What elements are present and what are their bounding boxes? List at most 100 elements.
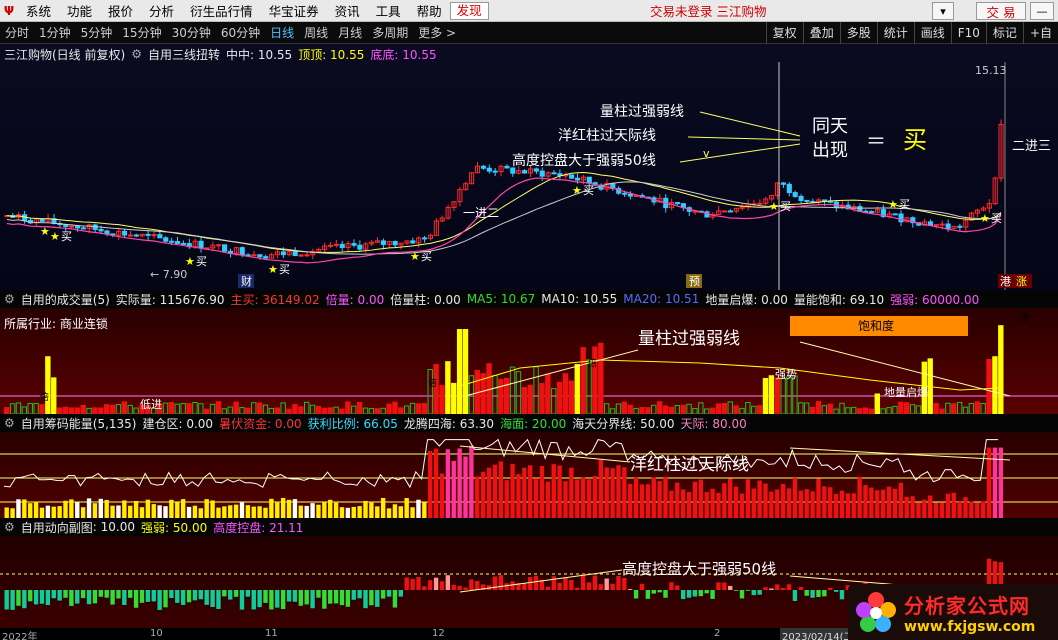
chip-energy-bar bbox=[551, 464, 556, 518]
period-tab-30min[interactable]: 30分钟 bbox=[167, 24, 216, 41]
toolbar-button-custom[interactable]: +自 bbox=[1022, 22, 1058, 44]
flow-bar bbox=[422, 586, 427, 590]
chip-energy-panel[interactable]: ⚙ 自用筹码能量(5,135) 建仓区: 0.00 暑伏资金: 0.00 获利比… bbox=[0, 414, 1058, 518]
flow-bar bbox=[92, 590, 98, 604]
chip-energy-bar bbox=[722, 483, 727, 518]
flow-bar bbox=[110, 590, 115, 605]
chip-energy-bar bbox=[433, 448, 439, 518]
chip-energy-bar bbox=[733, 486, 739, 518]
volume-bar bbox=[345, 401, 351, 414]
toolbar-button-stats[interactable]: 统计 bbox=[876, 22, 914, 44]
period-tab-more[interactable]: 更多 > bbox=[413, 24, 461, 41]
volume-settings-icon[interactable]: ⚙ bbox=[4, 292, 15, 306]
candle-body bbox=[945, 223, 951, 229]
flow-bar bbox=[139, 590, 145, 603]
flow-bar bbox=[675, 585, 680, 590]
volume-bar bbox=[404, 405, 410, 414]
watermark: 分析家公式网 www.fxjgsw.com bbox=[848, 584, 1058, 640]
chip-energy-bar bbox=[75, 502, 80, 518]
chip-energy-bar bbox=[998, 447, 1003, 518]
candle-body bbox=[304, 254, 310, 257]
flow-bar bbox=[616, 575, 621, 590]
toolbar-button-mark[interactable]: 标记 bbox=[985, 22, 1023, 44]
menu-item-help[interactable]: 帮助 bbox=[409, 1, 450, 20]
toolbar-button-f10[interactable]: F10 bbox=[950, 22, 986, 44]
candle-body bbox=[145, 233, 151, 236]
toolbar-button-restore-rights[interactable]: 复权 bbox=[765, 22, 803, 44]
volume-bar bbox=[292, 403, 298, 414]
period-tab-60min[interactable]: 60分钟 bbox=[216, 24, 265, 41]
flow-bar bbox=[792, 590, 798, 601]
flow-bar bbox=[739, 590, 745, 599]
period-tab-monthly[interactable]: 月线 bbox=[333, 24, 367, 41]
volume-panel[interactable]: ⚙ 自用的成交量(5) 实际量: 115676.90 主买: 36149.02 … bbox=[0, 290, 1058, 414]
flow-bar bbox=[533, 575, 539, 590]
volume-bar bbox=[498, 378, 504, 414]
chip-energy-bar bbox=[580, 477, 586, 518]
candle-body bbox=[69, 225, 75, 228]
flow-bar bbox=[57, 590, 62, 601]
price-chart-panel[interactable]: 三江购物(日线 前复权) ⚙ 自用三线扭转 中中: 10.55 顶顶: 10.5… bbox=[0, 44, 1058, 290]
chip-energy-bar bbox=[680, 489, 686, 518]
annotation-volume-line: 量柱过强弱线 bbox=[600, 104, 684, 120]
watermark-title: 分析家公式网 bbox=[904, 593, 1030, 618]
chip-energy-bar bbox=[692, 481, 698, 518]
period-tab-daily[interactable]: 日线 bbox=[265, 24, 299, 41]
flow-bar bbox=[322, 590, 327, 609]
period-tab-timeshare[interactable]: 分时 bbox=[0, 24, 34, 41]
chip-energy-bar bbox=[951, 492, 956, 518]
toolbar-button-draw[interactable]: 画线 bbox=[913, 22, 951, 44]
flow-bar bbox=[357, 590, 362, 599]
flow-settings-icon[interactable]: ⚙ bbox=[4, 520, 15, 534]
chip-energy-bar bbox=[328, 499, 333, 518]
volume-bar bbox=[174, 403, 180, 414]
period-tab-multi[interactable]: 多周期 bbox=[367, 24, 413, 41]
chip-energy-bar bbox=[651, 477, 656, 518]
candle-body bbox=[933, 224, 939, 227]
menu-item-derivatives[interactable]: 衍生品行情 bbox=[182, 1, 261, 20]
chip-settings-icon[interactable]: ⚙ bbox=[4, 416, 15, 430]
candle-body bbox=[551, 172, 557, 175]
flow-bar bbox=[116, 590, 121, 599]
candle-body bbox=[80, 227, 86, 230]
chip-energy-bar bbox=[404, 498, 409, 518]
trade-button[interactable]: 交 易 bbox=[976, 2, 1026, 20]
indicator-name: 自用三线扭转 bbox=[147, 47, 220, 62]
menu-item-broker[interactable]: 华宝证券 bbox=[261, 1, 327, 20]
chip-energy-bar bbox=[51, 506, 56, 518]
menu-item-news[interactable]: 资讯 bbox=[327, 1, 368, 20]
chip-energy-bar bbox=[822, 486, 827, 518]
menu-item-system[interactable]: 系统 bbox=[18, 1, 59, 20]
candle-body bbox=[327, 244, 334, 247]
chip-energy-bar bbox=[457, 448, 462, 518]
candle-body bbox=[486, 167, 492, 172]
chip-energy-bar bbox=[10, 508, 15, 518]
volume-bar bbox=[315, 406, 322, 414]
menu-item-quote[interactable]: 报价 bbox=[100, 1, 141, 20]
menu-item-function[interactable]: 功能 bbox=[59, 1, 100, 20]
indicator-settings-icon[interactable]: ⚙ bbox=[131, 47, 142, 61]
volume-bar bbox=[809, 406, 816, 414]
candle-body bbox=[798, 195, 804, 201]
volume-bar bbox=[51, 377, 57, 414]
period-tab-15min[interactable]: 15分钟 bbox=[117, 24, 166, 41]
period-tab-weekly[interactable]: 周线 bbox=[299, 24, 333, 41]
menu-item-discover[interactable]: 发现 bbox=[449, 1, 489, 20]
minimize-window-icon[interactable]: — bbox=[1030, 2, 1054, 20]
minimize-menu-icon[interactable]: ▾ bbox=[932, 2, 954, 20]
toolbar-button-multi-stock[interactable]: 多股 bbox=[839, 22, 877, 44]
toolbar-button-overlay[interactable]: 叠加 bbox=[802, 22, 840, 44]
volume-bar bbox=[668, 406, 675, 414]
annotation-arrow bbox=[679, 143, 801, 163]
period-tab-5min[interactable]: 5分钟 bbox=[76, 24, 118, 41]
buy-label: 买 bbox=[196, 255, 207, 268]
chip-energy-bar bbox=[16, 499, 21, 518]
saturation-label: 饱和度 bbox=[858, 318, 894, 333]
chip-energy-bar bbox=[169, 499, 174, 518]
candle-body bbox=[422, 237, 428, 240]
chip-energy-bar bbox=[498, 461, 503, 518]
menu-item-tools[interactable]: 工具 bbox=[368, 1, 409, 20]
menu-item-analysis[interactable]: 分析 bbox=[141, 1, 182, 20]
period-tab-1min[interactable]: 1分钟 bbox=[34, 24, 76, 41]
flow-indicator-name: 自用动向副图 bbox=[20, 520, 93, 535]
